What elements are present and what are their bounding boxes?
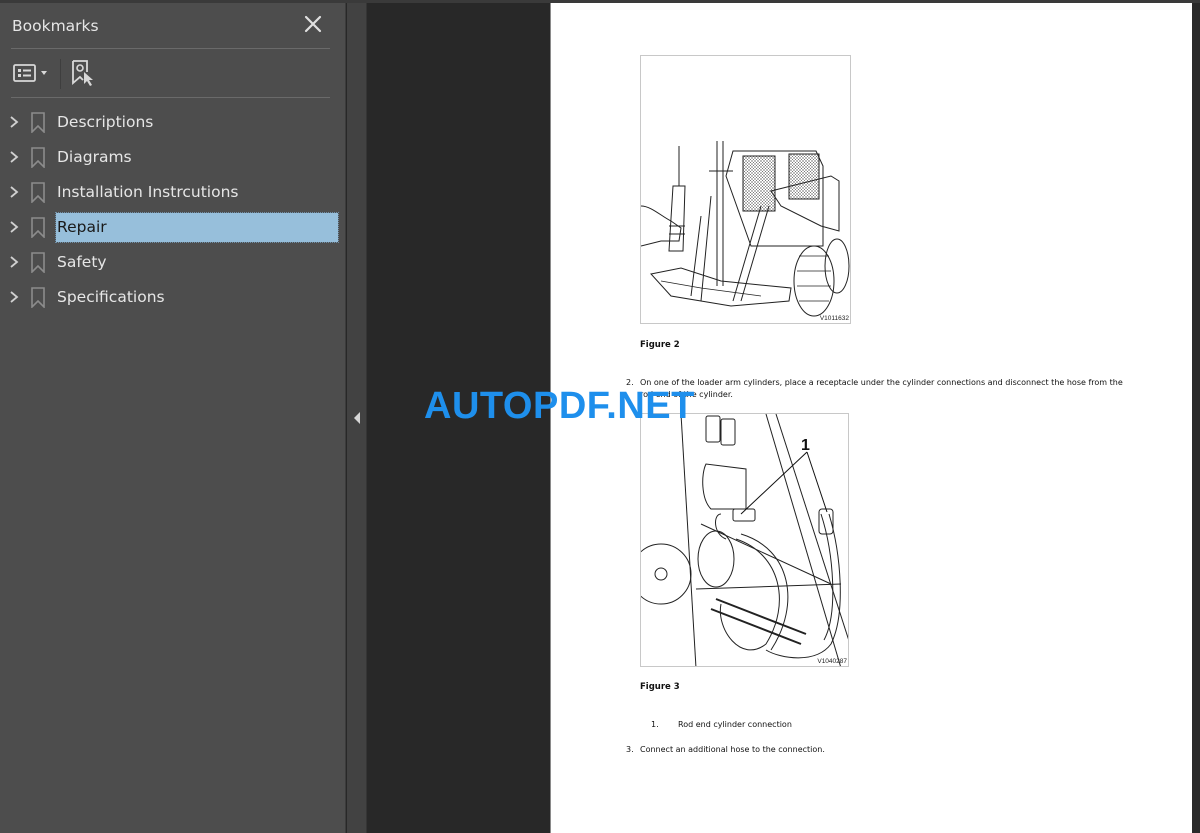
figure-3-image: 1 V1040287 — [640, 413, 849, 667]
chevron-right-icon[interactable] — [8, 184, 20, 200]
panel-splitter[interactable] — [347, 3, 367, 833]
bookmarks-toolbar — [10, 55, 330, 91]
bookmark-icon — [31, 182, 45, 203]
watermark-text: AUTOPDF.NET — [424, 385, 695, 427]
bookmark-options-button[interactable] — [12, 59, 54, 87]
divider — [11, 97, 330, 98]
figure-code: V1040287 — [817, 658, 847, 665]
figure-caption: Figure 3 — [640, 682, 680, 692]
find-current-bookmark-icon — [72, 60, 93, 86]
skid-steer-loader-illustration — [641, 141, 850, 317]
right-edge — [1192, 3, 1200, 833]
figure-caption: Figure 2 — [640, 340, 680, 350]
bookmark-item-installation-instructions[interactable]: Installation Instrcutions — [0, 175, 346, 210]
bookmark-icon — [31, 217, 45, 238]
chevron-right-icon[interactable] — [8, 289, 20, 305]
chevron-right-icon[interactable] — [8, 254, 20, 270]
bookmark-label: Safety — [57, 253, 107, 271]
bookmarks-panel: Bookmarks Descriptions Diagrams Installa… — [0, 3, 346, 833]
callout-number: 1 — [801, 437, 810, 454]
bookmark-label: Descriptions — [57, 113, 154, 131]
step-text: On one of the loader arm cylinders, plac… — [640, 378, 1123, 387]
legend-text: Rod end cylinder connection — [678, 720, 792, 729]
bookmark-list: Descriptions Diagrams Installation Instr… — [0, 105, 346, 315]
list-options-icon — [13, 64, 47, 82]
bookmark-label: Installation Instrcutions — [57, 183, 239, 201]
bookmark-item-diagrams[interactable]: Diagrams — [0, 140, 346, 175]
bookmark-item-safety[interactable]: Safety — [0, 245, 346, 280]
step-2: 2. On one of the loader arm cylinders, p… — [626, 377, 1166, 403]
bookmark-icon — [31, 112, 45, 133]
chevron-right-icon[interactable] — [8, 219, 20, 235]
close-icon — [304, 15, 322, 33]
panel-title: Bookmarks — [12, 17, 99, 35]
bookmark-icon — [31, 287, 45, 308]
collapse-panel-button[interactable] — [351, 407, 363, 429]
legend-number: 1. — [651, 720, 659, 729]
caret-down-icon — [41, 71, 47, 75]
chevron-right-icon[interactable] — [8, 114, 20, 130]
bookmark-label: Repair — [55, 212, 339, 243]
cylinder-hose-illustration: 1 — [641, 414, 848, 666]
figure-code: V1011632 — [819, 315, 849, 322]
divider — [11, 48, 330, 49]
step-text: Connect an additional hose to the connec… — [640, 745, 825, 754]
bookmark-item-repair[interactable]: Repair — [0, 210, 346, 245]
figure-legend-item: 1. Rod end cylinder connection — [651, 719, 951, 733]
find-current-bookmark-button[interactable] — [70, 59, 98, 87]
bookmark-label: Diagrams — [57, 148, 132, 166]
step-number: 3. — [626, 745, 634, 754]
bookmark-item-descriptions[interactable]: Descriptions — [0, 105, 346, 140]
collapse-left-icon — [354, 412, 360, 424]
bookmark-icon — [31, 147, 45, 168]
chevron-right-icon[interactable] — [8, 149, 20, 165]
pdf-reader-window: Bookmarks Descriptions Diagrams Installa… — [0, 0, 1200, 833]
close-panel-button[interactable] — [302, 13, 324, 35]
step-3: 3. Connect an additional hose to the con… — [626, 744, 1026, 758]
bookmark-label: Specifications — [57, 288, 165, 306]
figure-2-image: V1011632 — [640, 55, 851, 324]
bookmark-item-specifications[interactable]: Specifications — [0, 280, 346, 315]
toolbar-separator — [60, 59, 61, 89]
bookmark-icon — [31, 252, 45, 273]
